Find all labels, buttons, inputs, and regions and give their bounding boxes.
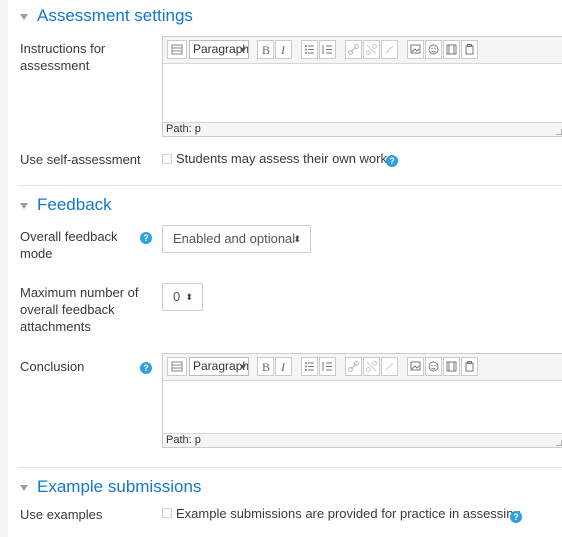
help-icon[interactable]: ? xyxy=(140,362,152,374)
left-scroll-gutter xyxy=(0,0,8,537)
italic-button[interactable]: I xyxy=(275,40,292,59)
instructions-label: Instructions for assessment xyxy=(20,41,106,73)
unlink-icon xyxy=(366,44,377,55)
section-title: Feedback xyxy=(37,195,112,214)
section-divider xyxy=(18,185,562,186)
use-examples-checkbox[interactable] xyxy=(162,508,172,518)
italic-button[interactable]: I xyxy=(275,357,292,376)
insert-media-button[interactable] xyxy=(443,357,460,376)
paragraph-format-select[interactable]: Paragraph xyxy=(189,40,249,59)
anchor-icon xyxy=(385,45,394,54)
manage-files-button[interactable] xyxy=(461,40,478,59)
caret-down-icon xyxy=(20,485,28,491)
unlink-button[interactable] xyxy=(363,357,380,376)
overall-feedback-mode-label: Overall feedback mode xyxy=(20,229,118,261)
link-icon xyxy=(348,361,359,372)
unlink-icon xyxy=(366,361,377,372)
section-header-example-submissions[interactable]: Example submissions xyxy=(20,477,201,497)
self-assessment-checkbox[interactable] xyxy=(162,154,172,164)
toolbar-toggle-button[interactable] xyxy=(167,40,187,59)
bold-button[interactable]: B xyxy=(257,40,274,59)
self-assessment-checkbox-label: Students may assess their own work xyxy=(176,151,387,166)
help-icon[interactable]: ? xyxy=(386,155,398,167)
instructions-text-area[interactable] xyxy=(163,64,562,122)
editor-path-bar: Path: p xyxy=(163,122,562,136)
toolbar-grid-icon xyxy=(171,44,183,55)
toolbar-grid-icon xyxy=(171,361,183,372)
anchor-button[interactable] xyxy=(381,40,398,59)
section-title: Example submissions xyxy=(37,477,202,496)
paragraph-format-select[interactable]: Paragraph xyxy=(189,357,249,376)
bullet-list-icon xyxy=(305,362,314,371)
insert-emoticon-button[interactable] xyxy=(425,357,442,376)
insert-image-button[interactable] xyxy=(407,357,424,376)
insert-media-button[interactable] xyxy=(443,40,460,59)
editor-path-bar: Path: p xyxy=(163,433,562,447)
files-icon xyxy=(465,361,474,372)
svg-text:B: B xyxy=(262,43,270,57)
image-icon xyxy=(410,361,421,371)
manage-files-button[interactable] xyxy=(461,357,478,376)
resize-handle-icon[interactable] xyxy=(556,129,562,135)
bold-icon: B xyxy=(262,43,270,57)
select-arrow-icon: ⬍ xyxy=(293,234,301,244)
use-self-assessment-label: Use self-assessment xyxy=(20,152,141,167)
help-icon[interactable]: ? xyxy=(510,511,522,523)
editor-toolbar: Paragraph B I xyxy=(163,37,562,64)
link-button[interactable] xyxy=(345,40,362,59)
max-feedback-attachments-label: Maximum number of overall feedback attac… xyxy=(20,285,139,334)
bold-button[interactable]: B xyxy=(257,357,274,376)
section-divider xyxy=(18,467,562,468)
bullet-list-button[interactable] xyxy=(301,357,318,376)
numbered-list-button[interactable] xyxy=(319,40,336,59)
help-icon[interactable]: ? xyxy=(140,232,152,244)
bold-icon: B xyxy=(262,360,270,374)
resize-handle-icon[interactable] xyxy=(556,440,562,446)
italic-icon: I xyxy=(280,360,286,374)
insert-image-button[interactable] xyxy=(407,40,424,59)
use-examples-label: Use examples xyxy=(20,507,103,522)
conclusion-editor: Paragraph B I Path: p xyxy=(162,353,562,448)
select-arrow-icon: ⬍ xyxy=(185,292,193,302)
caret-down-icon xyxy=(20,203,28,209)
conclusion-label: Conclusion xyxy=(20,359,85,374)
italic-icon: I xyxy=(280,43,286,57)
anchor-icon xyxy=(385,362,394,371)
image-icon xyxy=(410,44,421,54)
numbered-list-icon xyxy=(322,362,332,371)
bullet-list-button[interactable] xyxy=(301,40,318,59)
media-icon xyxy=(446,44,457,55)
unlink-button[interactable] xyxy=(363,40,380,59)
bullet-list-icon xyxy=(305,45,314,54)
svg-text:B: B xyxy=(262,360,270,374)
caret-down-icon xyxy=(20,14,28,20)
toolbar-toggle-button[interactable] xyxy=(167,357,187,376)
conclusion-text-area[interactable] xyxy=(163,381,562,433)
overall-feedback-mode-select[interactable]: Enabled and optional ⬍ xyxy=(162,225,311,253)
editor-toolbar: Paragraph B I xyxy=(163,354,562,381)
section-header-assessment-settings[interactable]: Assessment settings xyxy=(20,6,193,26)
dropdown-arrow-icon xyxy=(240,48,246,52)
insert-emoticon-button[interactable] xyxy=(425,40,442,59)
emoticon-icon xyxy=(428,361,439,372)
emoticon-icon xyxy=(428,44,439,55)
svg-text:I: I xyxy=(280,360,286,374)
section-header-feedback[interactable]: Feedback xyxy=(20,195,112,215)
numbered-list-button[interactable] xyxy=(319,357,336,376)
max-feedback-attachments-select[interactable]: 0 ⬍ xyxy=(162,283,203,311)
files-icon xyxy=(465,44,474,55)
use-examples-checkbox-label: Example submissions are provided for pra… xyxy=(176,506,521,521)
instructions-editor: Paragraph B I Path: p xyxy=(162,36,562,137)
section-title: Assessment settings xyxy=(37,6,193,25)
media-icon xyxy=(446,361,457,372)
numbered-list-icon xyxy=(322,45,332,54)
link-icon xyxy=(348,44,359,55)
dropdown-arrow-icon xyxy=(240,365,246,369)
svg-text:I: I xyxy=(280,43,286,57)
link-button[interactable] xyxy=(345,357,362,376)
anchor-button[interactable] xyxy=(381,357,398,376)
